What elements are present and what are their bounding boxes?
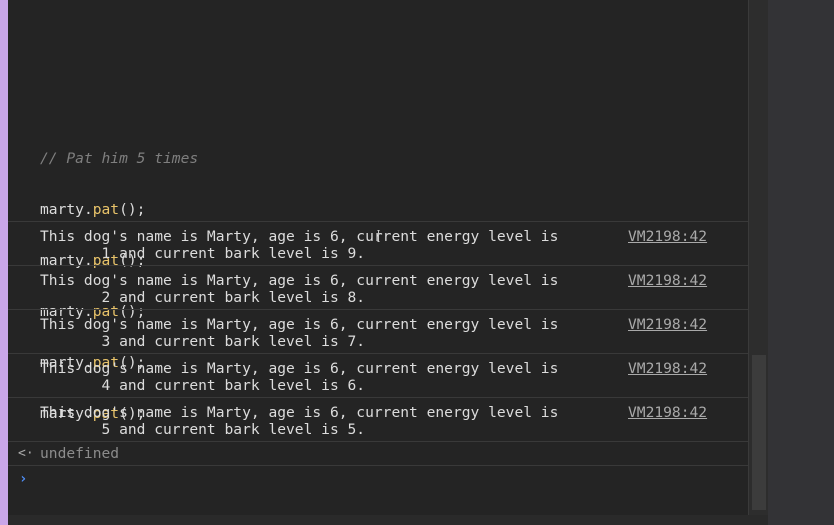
log-source-link[interactable]: VM2198:42 [628, 272, 707, 289]
log-message-line: 5 and current bark level is 5. [40, 421, 366, 438]
result-value: undefined [40, 445, 120, 462]
code-comment: // Pat him 5 times [40, 150, 199, 167]
log-message-line: 1 and current bark level is 9. [40, 245, 366, 262]
log-entry: This dog's name is Marty, age is 6, curr… [8, 222, 748, 265]
console-input[interactable]: › [8, 466, 748, 494]
console-prompt-icon: › [19, 471, 28, 487]
code-object: marty [40, 201, 84, 218]
log-message-line: This dog's name is Marty, age is 6, curr… [40, 316, 559, 333]
console-scrollbar[interactable] [748, 0, 769, 515]
code-line: marty.pat(); [40, 201, 198, 218]
text-cursor-icon-svg [377, 229, 380, 243]
text-cursor-icon [376, 229, 384, 243]
log-source-link[interactable]: VM2198:42 [628, 360, 707, 377]
log-message-line: This dog's name is Marty, age is 6, curr… [40, 272, 559, 289]
log-entry: This dog's name is Marty, age is 6, curr… [8, 398, 748, 441]
log-message-line: 2 and current bark level is 8. [40, 289, 366, 306]
log-source-link[interactable]: VM2198:42 [628, 404, 707, 421]
scrollbar-thumb[interactable] [752, 355, 766, 510]
return-value-icon: <· [18, 446, 34, 461]
log-entry: This dog's name is Marty, age is 6, curr… [8, 354, 748, 397]
code-dot: . [83, 201, 93, 218]
code-method: pat [92, 201, 120, 218]
log-message-line: 3 and current bark level is 7. [40, 333, 366, 350]
window-bottom-strip [8, 515, 768, 525]
window-left-accent [0, 0, 8, 525]
log-message-line: This dog's name is Marty, age is 6, curr… [40, 228, 559, 245]
window-right-gutter [768, 0, 834, 525]
log-message: This dog's name is Marty, age is 6, curr… [40, 404, 558, 438]
log-entry: This dog's name is Marty, age is 6, curr… [8, 310, 748, 353]
log-source-link[interactable]: VM2198:42 [628, 316, 707, 333]
log-message: This dog's name is Marty, age is 6, curr… [40, 316, 558, 350]
devtools-console: // Pat him 5 times marty.pat(); marty.pa… [8, 0, 748, 515]
log-message: This dog's name is Marty, age is 6, curr… [40, 360, 558, 394]
log-message: This dog's name is Marty, age is 6, curr… [40, 228, 558, 262]
log-message: This dog's name is Marty, age is 6, curr… [40, 272, 558, 306]
log-source-link[interactable]: VM2198:42 [628, 228, 707, 245]
result-row: <· undefined [8, 442, 748, 465]
log-message-line: This dog's name is Marty, age is 6, curr… [40, 360, 559, 377]
log-message-line: This dog's name is Marty, age is 6, curr… [40, 404, 559, 421]
log-entry: This dog's name is Marty, age is 6, curr… [8, 266, 748, 309]
code-args: (); [119, 201, 146, 218]
log-message-line: 4 and current bark level is 6. [40, 377, 366, 394]
